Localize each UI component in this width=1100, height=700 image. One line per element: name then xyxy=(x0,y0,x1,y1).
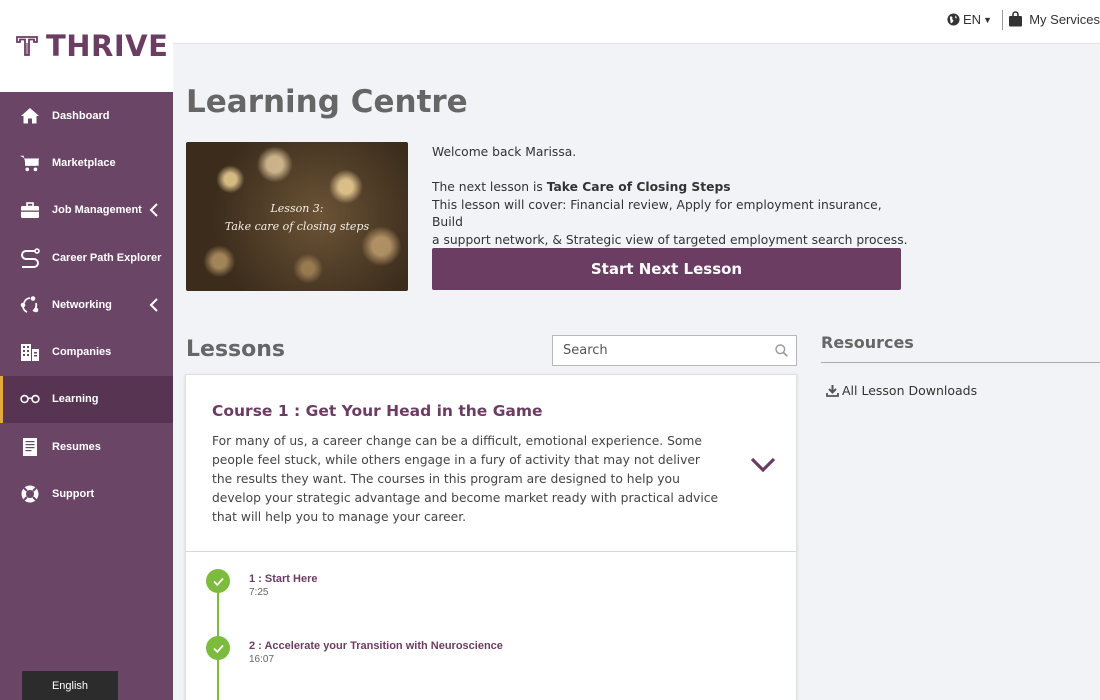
lesson-thumbnail[interactable]: Lesson 3: Take care of closing steps xyxy=(186,142,408,291)
lesson-search xyxy=(552,335,797,366)
top-bar: EN ▼ My Services xyxy=(173,0,1100,44)
search-icon[interactable] xyxy=(775,344,788,357)
sidebar-item-label: Career Path Explorer xyxy=(52,251,162,264)
all-lesson-downloads-link[interactable]: All Lesson Downloads xyxy=(826,383,977,398)
sidebar-item-label: Companies xyxy=(52,346,112,359)
download-link-label: All Lesson Downloads xyxy=(842,383,978,398)
sidebar-item-label: Dashboard xyxy=(52,109,110,122)
language-code: EN xyxy=(963,12,982,27)
topbar-divider xyxy=(1002,10,1003,30)
sidebar-item-label: Marketplace xyxy=(52,156,116,169)
path-icon xyxy=(20,247,40,268)
thumbnail-line-1: Lesson 3: xyxy=(270,202,324,215)
next-lesson-name: Take Care of Closing Steps xyxy=(546,180,731,194)
my-services-label: My Services xyxy=(1029,11,1100,27)
sidebar-item-label: Resumes xyxy=(52,440,101,453)
sidebar-nav: Dashboard Marketplace Job Management Car… xyxy=(0,92,173,518)
sidebar-item-job-management[interactable]: Job Management xyxy=(0,187,173,234)
caret-down-icon: ▼ xyxy=(983,14,992,25)
lesson-duration: 16:07 xyxy=(249,654,275,665)
sidebar-item-label: Support xyxy=(52,488,95,501)
glasses-icon xyxy=(20,389,40,409)
next-lesson-prefix: The next lesson is xyxy=(432,180,547,194)
logo[interactable]: THRIVE xyxy=(0,0,173,92)
sidebar-item-marketplace[interactable]: Marketplace xyxy=(0,139,173,186)
briefcase-icon xyxy=(20,200,40,220)
sidebar: THRIVE Dashboard Marketplace Job Managem… xyxy=(0,0,173,700)
download-icon xyxy=(826,385,839,397)
lessons-heading: Lessons xyxy=(186,337,285,362)
course-card: Course 1 : Get Your Head in the Game For… xyxy=(185,374,797,700)
thumbnail-line-2: Take care of closing steps xyxy=(224,220,370,233)
thumbnail-caption: Lesson 3: Take care of closing steps xyxy=(186,200,408,236)
welcome-greeting: Welcome back Marissa. xyxy=(432,145,577,159)
my-services-link[interactable]: My Services xyxy=(1008,11,1100,27)
lesson-title: 2 : Accelerate your Transition with Neur… xyxy=(249,640,503,652)
cart-icon xyxy=(20,153,40,173)
sidebar-item-dashboard[interactable]: Dashboard xyxy=(0,92,173,139)
lesson-cover-line-1: This lesson will cover: Financial review… xyxy=(432,197,882,230)
lesson-title: 1 : Start Here xyxy=(249,573,318,585)
sidebar-item-support[interactable]: Support xyxy=(0,470,173,517)
globe-icon xyxy=(947,13,960,26)
network-icon xyxy=(20,295,40,315)
check-icon xyxy=(206,636,230,660)
chevron-left-icon xyxy=(149,298,158,312)
chevron-down-icon[interactable] xyxy=(750,457,776,473)
sidebar-item-networking[interactable]: Networking xyxy=(0,281,173,328)
lifebuoy-icon xyxy=(20,484,40,504)
lesson-cover-line-2: a support network, & Strategic view of t… xyxy=(432,232,908,247)
shopping-bag-icon xyxy=(1009,11,1023,27)
welcome-message: Welcome back Marissa. The next lesson is… xyxy=(432,144,912,249)
sidebar-item-companies[interactable]: Companies xyxy=(0,328,173,375)
language-selector[interactable]: EN ▼ xyxy=(947,12,992,27)
thrive-logo-icon xyxy=(16,36,38,56)
search-input[interactable] xyxy=(553,336,796,365)
chevron-left-icon xyxy=(149,203,158,217)
sidebar-item-label: Networking xyxy=(52,298,112,311)
next-lesson-line: The next lesson is Take Care of Closing … xyxy=(432,179,912,197)
sidebar-item-resumes[interactable]: Resumes xyxy=(0,423,173,470)
document-icon xyxy=(20,437,40,457)
brand-name: THRIVE xyxy=(46,29,169,63)
start-next-lesson-button[interactable]: Start Next Lesson xyxy=(432,248,901,290)
course-description: For many of us, a career change can be a… xyxy=(212,434,719,524)
lesson-duration: 7:25 xyxy=(249,587,269,598)
sidebar-item-label: Learning xyxy=(52,393,99,406)
course-header[interactable]: Course 1 : Get Your Head in the Game For… xyxy=(186,375,796,552)
language-button[interactable]: English xyxy=(22,671,118,700)
resources-divider xyxy=(821,362,1100,363)
sidebar-item-career-path-explorer[interactable]: Career Path Explorer xyxy=(0,234,173,281)
building-icon xyxy=(20,342,40,362)
resources-heading: Resources xyxy=(821,333,914,352)
course-title: Course 1 : Get Your Head in the Game xyxy=(212,402,543,420)
page-title: Learning Centre xyxy=(186,84,468,120)
check-icon xyxy=(206,569,230,593)
home-icon xyxy=(20,106,40,126)
sidebar-item-learning[interactable]: Learning xyxy=(0,375,173,424)
sidebar-item-label: Job Management xyxy=(52,204,142,217)
